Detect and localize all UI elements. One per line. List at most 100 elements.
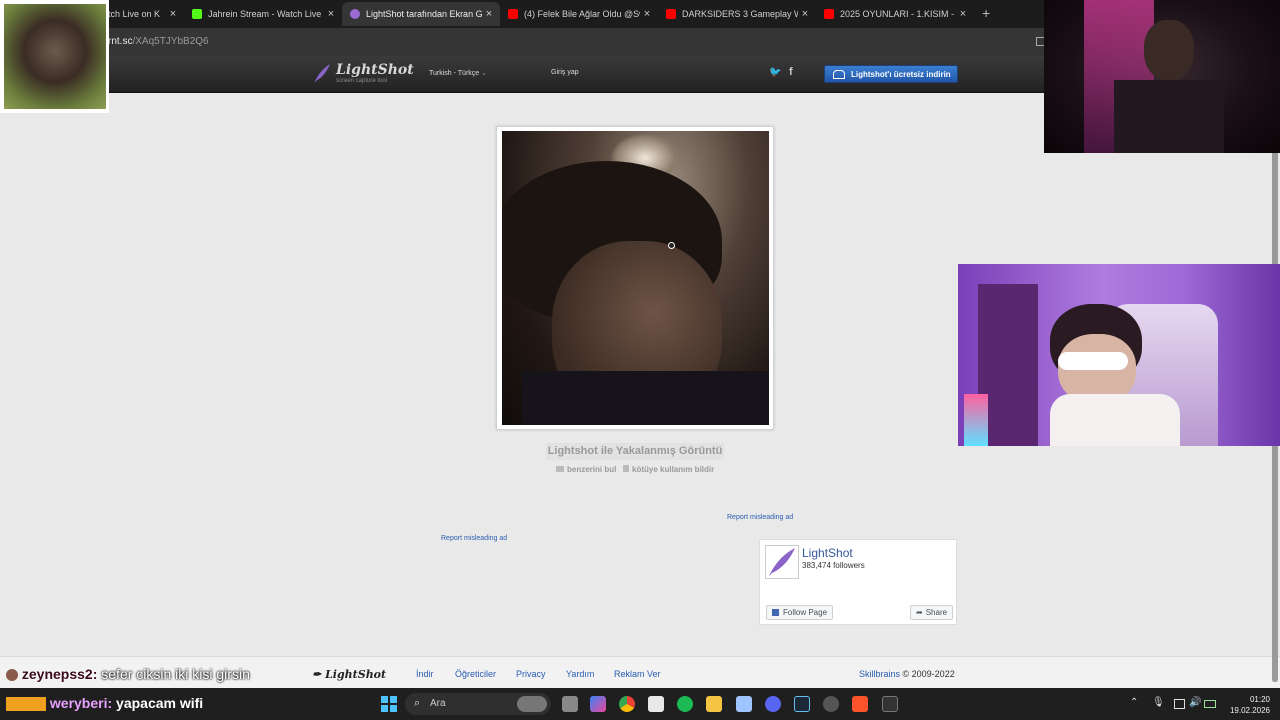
facebook-page-widget: LightShot 383,474 followers Follow Page … [759,539,957,625]
facebook-icon [772,609,779,616]
logo-subtitle: screen capture tool [336,78,388,84]
taskbar-clock[interactable]: 01:20 19.02.2026 [1226,694,1270,716]
download-button[interactable]: Lightshot'ı ücretsiz indirin [824,65,958,83]
language-select[interactable]: Turkish - Türkçe ⌄ [429,69,487,77]
chat-text: sefer ciksin iki kisi girsin [101,666,250,682]
url-domain: rnt.sc [108,36,133,47]
similar-link[interactable]: benzerini bul [556,465,616,474]
chrome-icon[interactable] [619,696,635,712]
url-path: /XAq5TJYbB2Q6 [132,36,209,47]
footer-logo-text: LightShot [325,668,387,681]
system-tray-icons[interactable]: 🔊 [1172,697,1216,711]
chat-text: yapacam wifi [116,695,204,711]
share-label: Share [925,608,948,617]
skillbrains-link[interactable]: Skillbrains [859,669,900,679]
close-icon[interactable]: × [640,8,654,20]
close-icon[interactable]: × [798,8,812,20]
microphone-icon[interactable]: 🎙 [1152,697,1165,708]
person-shirt [1050,394,1180,446]
chat-username: weryberi: [49,695,113,711]
tab-title: DARKSIDERS 3 Gameplay Walkt [682,9,798,19]
clock-date: 19.02.2026 [1229,706,1270,715]
report-ad-link-right[interactable]: Report misleading ad [727,514,793,521]
browser-tab-2[interactable]: Jahrein Stream - Watch Live on × [184,2,342,26]
tab-title: LightShot tarafından Ekran Gör [366,9,482,19]
person-body [1114,80,1224,153]
notes-app-icon[interactable] [648,696,664,712]
windows-start-icon[interactable] [381,696,397,712]
footer-link-tutorials[interactable]: Öğreticiler [455,669,496,679]
browser-tab-3[interactable]: LightShot tarafından Ekran Gör × [342,2,500,26]
report-abuse-link[interactable]: kötüye kullanım bildir [623,465,714,474]
footer-link-advertise[interactable]: Reklam Ver [614,669,661,679]
brave-icon[interactable] [852,696,868,712]
spotify-icon[interactable] [677,696,693,712]
discord-icon[interactable] [765,696,781,712]
footer-link-help[interactable]: Yardım [566,669,594,679]
search-highlight-icon [517,696,547,712]
youtube-icon [666,9,676,19]
page-avatar[interactable] [765,545,799,579]
cursor-icon [668,242,675,249]
report-abuse-label: kötüye kullanım bildir [632,465,715,474]
language-label: Turkish - Türkçe [429,70,480,77]
facebook-icon[interactable]: f [789,66,793,78]
steam-icon[interactable] [794,696,810,712]
person-shirt [522,371,769,425]
report-ad-link-left[interactable]: Report misleading ad [441,535,507,542]
copilot-icon[interactable] [590,696,606,712]
twitter-icon[interactable]: 🐦 [769,67,781,78]
search-icon: ⌕ [414,697,421,709]
browser-tab-1[interactable]: tch Live on K × [100,2,184,26]
close-icon[interactable]: × [956,8,970,20]
chat-message-1: zeynepss2: sefer ciksin iki kisi girsin [6,666,250,682]
battery-icon [1204,700,1216,708]
screenshot-image[interactable] [502,131,769,425]
webcam-overlay-right [958,264,1280,446]
download-icon [833,69,845,79]
close-icon[interactable]: × [166,8,180,20]
logo-text: LightShot [336,62,414,78]
weather-widget-icon[interactable] [6,697,46,712]
avatar [6,669,18,682]
file-explorer-icon[interactable] [706,696,722,712]
camera-icon [556,466,564,472]
task-view-icon[interactable] [562,696,578,712]
new-tab-button[interactable]: + [982,5,990,21]
flag-icon [623,465,629,472]
follow-page-button[interactable]: Follow Page [766,605,834,620]
chat-message-2: weryberi: yapacam wifi [6,695,204,712]
similar-label: benzerini bul [567,465,617,474]
url-text[interactable]: rnt.sc/XAq5TJYbB2Q6 [108,36,209,47]
webcam-overlay-top [1044,0,1280,153]
footer-logo[interactable]: ✒ LightShot [312,668,386,681]
footer-link-privacy[interactable]: Privacy [516,669,546,679]
search-placeholder: Ara [430,698,446,709]
browser-tab-6[interactable]: 2025 OYUNLARI - 1.KISIM - You × [816,2,974,26]
copyright-text: © 2009-2022 [902,669,955,679]
taskbar-search[interactable]: ⌕ Ara [405,693,551,715]
clock-time: 01:20 [1249,695,1270,704]
share-button[interactable]: ➦ Share [910,605,954,620]
tab-title: (4) Felek Bile Ağlar Oldu @Swa [524,9,640,19]
rgb-light [964,394,988,446]
login-link[interactable]: Giriş yap [551,69,579,76]
sunglasses [1058,352,1128,370]
download-label: Lightshot'ı ücretsiz indirin [851,69,951,79]
feather-icon: ✒ [312,668,322,681]
footer-link-download[interactable]: İndir [416,669,434,679]
settings-icon[interactable] [736,696,752,712]
tab-title: 2025 OYUNLARI - 1.KISIM - You [840,9,956,19]
chevron-up-icon[interactable]: ⌃ [1130,697,1138,708]
browser-tab-5[interactable]: DARKSIDERS 3 Gameplay Walkt × [658,2,816,26]
terminal-icon[interactable] [882,696,898,712]
network-icon [1174,699,1185,709]
browser-tab-4[interactable]: (4) Felek Bile Ağlar Oldu @Swa × [500,2,658,26]
page-name[interactable]: LightShot [802,546,853,560]
share-icon: ➦ [916,608,923,617]
close-icon[interactable]: × [482,8,496,20]
close-icon[interactable]: × [324,8,338,20]
lightshot-feather-icon [350,9,360,19]
kick-icon [192,9,202,19]
obs-icon[interactable] [823,696,839,712]
